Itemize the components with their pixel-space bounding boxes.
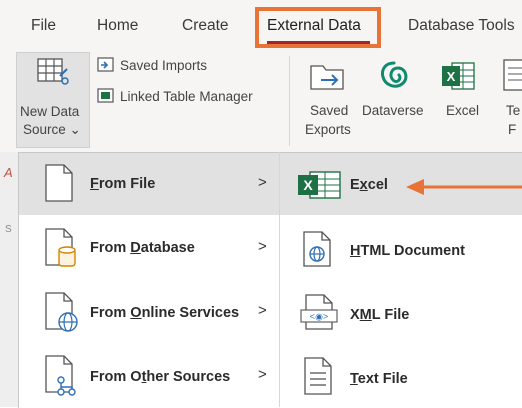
tab-create[interactable]: Create	[182, 17, 229, 35]
excel-icon: X	[298, 171, 341, 199]
online-services-icon	[45, 292, 78, 332]
database-icon	[45, 228, 76, 267]
new-data-source-label-line2: Source ⌄	[23, 122, 81, 137]
submenu-label-xml-file: XML File	[350, 307, 410, 323]
submenu-label-excel: Excel	[350, 177, 388, 193]
tab-home[interactable]: Home	[97, 17, 138, 35]
menu-label-from-online-services: From Online Services	[90, 305, 240, 321]
tab-database-tools[interactable]: Database Tools	[408, 17, 515, 35]
dataverse-button[interactable]: Dataverse	[362, 102, 424, 120]
excel-ribbon-button[interactable]: Excel	[446, 102, 479, 120]
text-file-ribbon-icon	[503, 59, 522, 91]
linked-table-manager-icon	[97, 88, 114, 103]
chevron-right-icon: >	[258, 238, 267, 255]
dataverse-icon	[381, 61, 408, 88]
file-icon	[45, 164, 73, 202]
menu-label-from-database: From Database	[90, 240, 195, 256]
document-edge-letter-2: S	[5, 224, 12, 235]
saved-exports-label-line2: Exports	[305, 122, 351, 137]
saved-imports-icon	[97, 57, 114, 72]
submenu-label-html-document: HTML Document	[350, 243, 465, 259]
document-edge: A S	[0, 152, 18, 407]
svg-text:X: X	[447, 69, 456, 84]
chevron-right-icon: >	[258, 302, 267, 319]
excel-icon: X	[442, 62, 475, 90]
chevron-right-icon: >	[258, 174, 267, 191]
svg-text:<◉>: <◉>	[310, 313, 329, 323]
text-file-ribbon-label-line1[interactable]: Te	[506, 102, 520, 120]
arrow-indicator-icon	[406, 179, 522, 195]
linked-table-manager-button[interactable]: Linked Table Manager	[120, 88, 253, 106]
ribbon-separator	[289, 56, 290, 146]
new-data-source-label-line1: New Data	[20, 104, 80, 119]
xml-file-icon: <◉>	[300, 294, 338, 330]
svg-text:X: X	[303, 177, 313, 193]
html-document-icon	[303, 231, 331, 267]
saved-imports-button[interactable]: Saved Imports	[120, 57, 207, 75]
menu-label-from-other-sources: From Other Sources	[90, 369, 231, 385]
saved-exports-icon	[310, 65, 344, 90]
menu-label-from-file: From File	[90, 176, 156, 192]
submenu-label-text-file: Text File	[350, 371, 408, 387]
other-sources-icon	[45, 355, 76, 396]
highlight-box	[255, 7, 381, 48]
text-file-ribbon-label-line2: F	[508, 122, 517, 137]
saved-exports-label-line1[interactable]: Saved	[310, 102, 348, 120]
document-edge-letter-1: A	[4, 165, 13, 180]
text-file-icon	[304, 357, 332, 395]
new-data-source-icon	[37, 58, 69, 85]
tab-file[interactable]: File	[31, 17, 56, 35]
chevron-right-icon: >	[258, 366, 267, 383]
